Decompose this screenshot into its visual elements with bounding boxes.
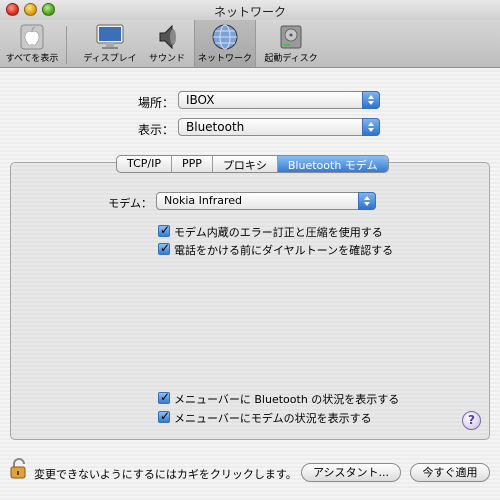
error-correction-label: モデム内蔵のエラー訂正と圧縮を使用する [174,226,383,239]
popup-arrows-icon [362,118,380,136]
toolbar-item-startup-disk[interactable]: 起動ディスク [258,20,324,67]
title-bar: ネットワーク [0,0,500,20]
preferences-window: ネットワーク すべてを表示 ディスプレイ サウンド ネットワーク 起動ディスク … [0,0,500,500]
toolbar-separator [66,26,67,64]
bluetooth-menubar-label: メニューバーに Bluetooth の状況を表示する [174,393,400,406]
apply-now-button[interactable]: 今すぐ適用 [410,463,490,482]
network-globe-icon [212,24,238,50]
location-label: 場所： [137,96,174,110]
toolbar-item-label: ネットワーク [197,54,252,64]
popup-arrows-icon [362,91,380,109]
toolbar-item-network[interactable]: ネットワーク [194,20,256,67]
popup-arrows-icon [358,192,376,210]
hard-disk-icon [280,25,302,49]
toolbar-item-label: すべてを表示 [5,54,59,64]
modem-value: Nokia Infrared [164,194,243,207]
tab-tcpip[interactable]: TCP/IP [117,156,172,172]
show-value: Bluetooth [186,120,245,134]
assistant-button[interactable]: アシスタント... [301,463,401,482]
tab-bluetooth-modem[interactable]: Bluetooth モデム [277,156,388,172]
lock-icon[interactable] [10,458,28,480]
location-value: IBOX [186,93,215,107]
location-popup[interactable]: IBOX [178,91,380,109]
dial-tone-checkbox[interactable] [158,241,170,255]
toolbar-item-sound[interactable]: サウンド [142,20,192,67]
toolbar-item-display[interactable]: ディスプレイ [78,20,142,67]
bluetooth-menubar-checkbox[interactable] [158,390,170,404]
error-correction-checkbox[interactable] [158,223,170,237]
apple-icon [20,24,44,50]
modem-menubar-label: メニューバーにモデムの状況を表示する [174,412,372,425]
modem-label: モデム： [108,197,152,210]
tab-bar: TCP/IP PPP プロキシ Bluetooth モデム [116,155,389,173]
modem-menubar-checkbox[interactable] [158,409,170,423]
speaker-icon [159,24,176,50]
tab-proxies[interactable]: プロキシ [213,156,278,172]
toolbar: すべてを表示 ディスプレイ サウンド ネットワーク 起動ディスク [0,20,500,68]
lock-hint-text: 変更できないようにするにはカギをクリックします。 [34,468,297,481]
show-popup[interactable]: Bluetooth [178,118,380,136]
window-title: ネットワーク [213,5,286,19]
toolbar-item-show-all[interactable]: すべてを表示 [0,20,64,67]
dial-tone-label: 電話をかける前にダイヤルトーンを確認する [174,244,394,257]
help-button[interactable]: ? [462,411,481,430]
toolbar-item-label: サウンド [148,54,185,64]
toolbar-item-label: 起動ディスク [264,54,318,64]
modem-popup[interactable]: Nokia Infrared [156,192,376,210]
tab-ppp[interactable]: PPP [172,156,213,172]
display-icon [96,24,124,49]
toolbar-item-label: ディスプレイ [83,54,137,64]
show-label: 表示： [137,123,174,137]
